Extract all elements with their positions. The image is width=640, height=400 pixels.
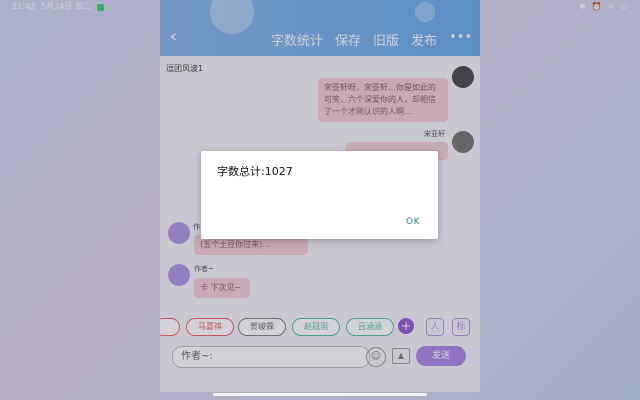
- ok-button[interactable]: OK: [406, 217, 420, 227]
- dialog-message: 字数总计:1027: [217, 165, 293, 178]
- home-indicator[interactable]: [213, 393, 427, 396]
- word-count-dialog: 字数总计:1027 OK: [201, 151, 438, 239]
